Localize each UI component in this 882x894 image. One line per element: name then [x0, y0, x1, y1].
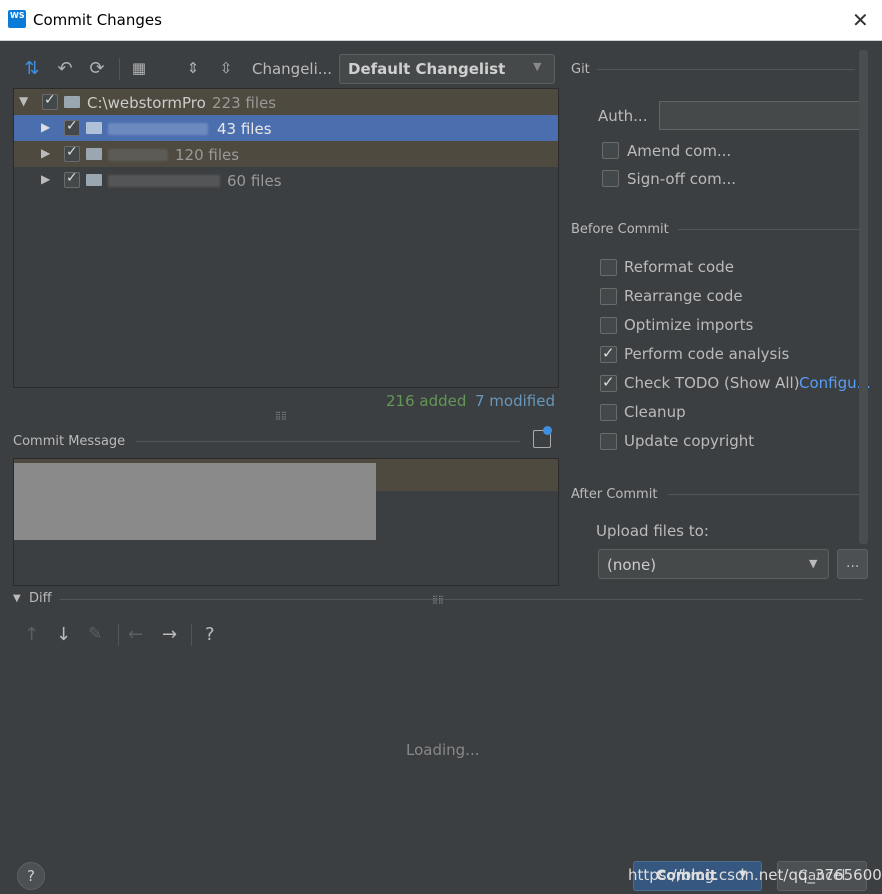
refresh-icon[interactable]: ⟳ — [87, 58, 107, 79]
commit-message-label: Commit Message — [13, 434, 126, 449]
show-diff-icon[interactable]: ⇅ — [22, 58, 42, 79]
root-path: C:\webstormPro — [87, 94, 206, 112]
browse-button[interactable]: ... — [837, 549, 868, 579]
collapse-arrow-icon[interactable]: ▼ — [13, 593, 21, 604]
child-checkbox[interactable] — [64, 170, 80, 188]
diff-title: Diff — [29, 591, 52, 606]
close-icon[interactable]: ✕ — [852, 8, 869, 32]
tree-row-selected[interactable]: ▶ 43 files — [14, 115, 558, 141]
check-icon: ✓ — [602, 344, 615, 362]
before-commit-checkbox[interactable] — [600, 259, 617, 276]
help-button[interactable]: ? — [17, 862, 45, 890]
expand-arrow-icon[interactable]: ▼ — [19, 94, 28, 108]
signoff-label: Sign-off com... — [627, 170, 737, 188]
folder-icon — [86, 174, 102, 186]
toolbar-divider — [191, 624, 192, 646]
redacted-message — [14, 463, 376, 540]
tree-row[interactable]: ▶ 120 files — [14, 141, 558, 167]
options-scrollbar[interactable] — [859, 50, 868, 544]
message-history-icon[interactable] — [533, 426, 552, 448]
window-title: Commit Changes — [33, 11, 162, 29]
before-commit-option-label: Update copyright — [624, 432, 755, 450]
child-count: 120 files — [175, 146, 240, 164]
root-count: 223 files — [212, 94, 277, 112]
folder-icon — [64, 96, 80, 108]
modified-count: 7 modified — [475, 392, 555, 410]
before-commit-checkbox[interactable] — [600, 317, 617, 334]
git-section-title: Git — [571, 62, 590, 77]
child-checkbox[interactable] — [64, 144, 80, 162]
tree-row-root[interactable]: ▼ C:\webstormPro 223 files — [14, 89, 558, 115]
before-commit-title: Before Commit — [571, 222, 669, 237]
webstorm-logo-icon: WS — [8, 10, 26, 28]
child-checkbox[interactable] — [64, 118, 80, 136]
blurred-folder-name — [108, 175, 220, 187]
upload-value: (none) — [607, 556, 657, 574]
child-count: 60 files — [227, 172, 282, 190]
browse-label: ... — [846, 555, 860, 571]
diff-loading-text: Loading... — [406, 741, 480, 759]
expand-arrow-icon[interactable]: ▶ — [41, 172, 50, 186]
watermark-text: https://blog.csdn.net/qq_37656005 — [628, 866, 882, 884]
before-commit-checkbox[interactable] — [600, 433, 617, 450]
before-commit-option-label: Perform code analysis — [624, 345, 790, 363]
splitter-grip[interactable]: ⣿⣿ — [432, 595, 444, 604]
before-commit-checkbox[interactable] — [600, 288, 617, 305]
divider — [60, 599, 863, 600]
edit-source-icon[interactable]: ✎ — [88, 624, 102, 644]
before-commit-option-label: Cleanup — [624, 403, 686, 421]
expand-arrow-icon[interactable]: ▶ — [41, 146, 50, 160]
next-file-icon[interactable]: → — [162, 624, 177, 645]
amend-label: Amend com... — [627, 142, 732, 160]
previous-file-icon[interactable]: ← — [128, 624, 143, 645]
next-difference-icon[interactable]: ↓ — [56, 624, 71, 645]
divider — [597, 69, 855, 70]
amend-checkbox[interactable] — [602, 142, 619, 159]
group-by-icon[interactable]: ▦ — [129, 58, 149, 78]
check-icon: ✓ — [602, 373, 615, 391]
folder-icon — [86, 148, 102, 160]
chevron-down-icon: ▼ — [533, 60, 542, 73]
divider — [136, 441, 520, 442]
title-bar: WS Commit Changes ✕ — [0, 0, 882, 41]
child-count: 43 files — [217, 120, 272, 138]
divider — [678, 229, 860, 230]
splitter-grip[interactable]: ⣿⣿ — [275, 411, 287, 420]
root-checkbox[interactable] — [42, 92, 58, 110]
toolbar-divider — [118, 624, 119, 646]
blurred-folder-name — [108, 149, 168, 161]
signoff-checkbox[interactable] — [602, 170, 619, 187]
rollback-icon[interactable]: ↶ — [55, 58, 75, 79]
author-input[interactable] — [659, 101, 863, 130]
expand-arrow-icon[interactable]: ▶ — [41, 120, 50, 134]
blurred-folder-name — [108, 123, 208, 135]
toolbar-divider — [119, 58, 120, 80]
after-commit-title: After Commit — [571, 487, 658, 502]
changelist-value: Default Changelist — [348, 60, 506, 78]
author-label: Auth... — [598, 107, 648, 125]
help-icon[interactable]: ? — [205, 624, 215, 645]
chevron-down-icon: ▼ — [809, 557, 818, 570]
upload-dropdown[interactable]: (none) ▼ — [598, 549, 829, 579]
before-commit-option-label: Check TODO (Show All) — [624, 374, 800, 392]
expand-all-icon[interactable]: ⇕ — [183, 58, 203, 78]
changelist-dropdown[interactable]: Default Changelist ▼ — [339, 54, 555, 84]
previous-difference-icon[interactable]: ↑ — [24, 624, 39, 645]
before-commit-option-label: Rearrange code — [624, 287, 743, 305]
collapse-all-icon[interactable]: ⇳ — [216, 58, 236, 78]
before-commit-checkbox[interactable] — [600, 404, 617, 421]
folder-icon — [86, 122, 102, 134]
divider — [668, 494, 860, 495]
before-commit-option-label: Reformat code — [624, 258, 734, 276]
changes-tree[interactable]: ▼ C:\webstormPro 223 files ▶ 43 files ▶ … — [13, 88, 559, 388]
upload-label: Upload files to: — [596, 522, 709, 540]
added-count: 216 added — [386, 392, 467, 410]
before-commit-checkbox[interactable]: ✓ — [600, 373, 617, 392]
changelist-label: Changeli... — [252, 60, 333, 78]
tree-row[interactable]: ▶ 60 files — [14, 167, 558, 193]
commit-message-input[interactable] — [13, 458, 559, 586]
before-commit-option-label: Optimize imports — [624, 316, 754, 334]
before-commit-checkbox[interactable]: ✓ — [600, 344, 617, 363]
